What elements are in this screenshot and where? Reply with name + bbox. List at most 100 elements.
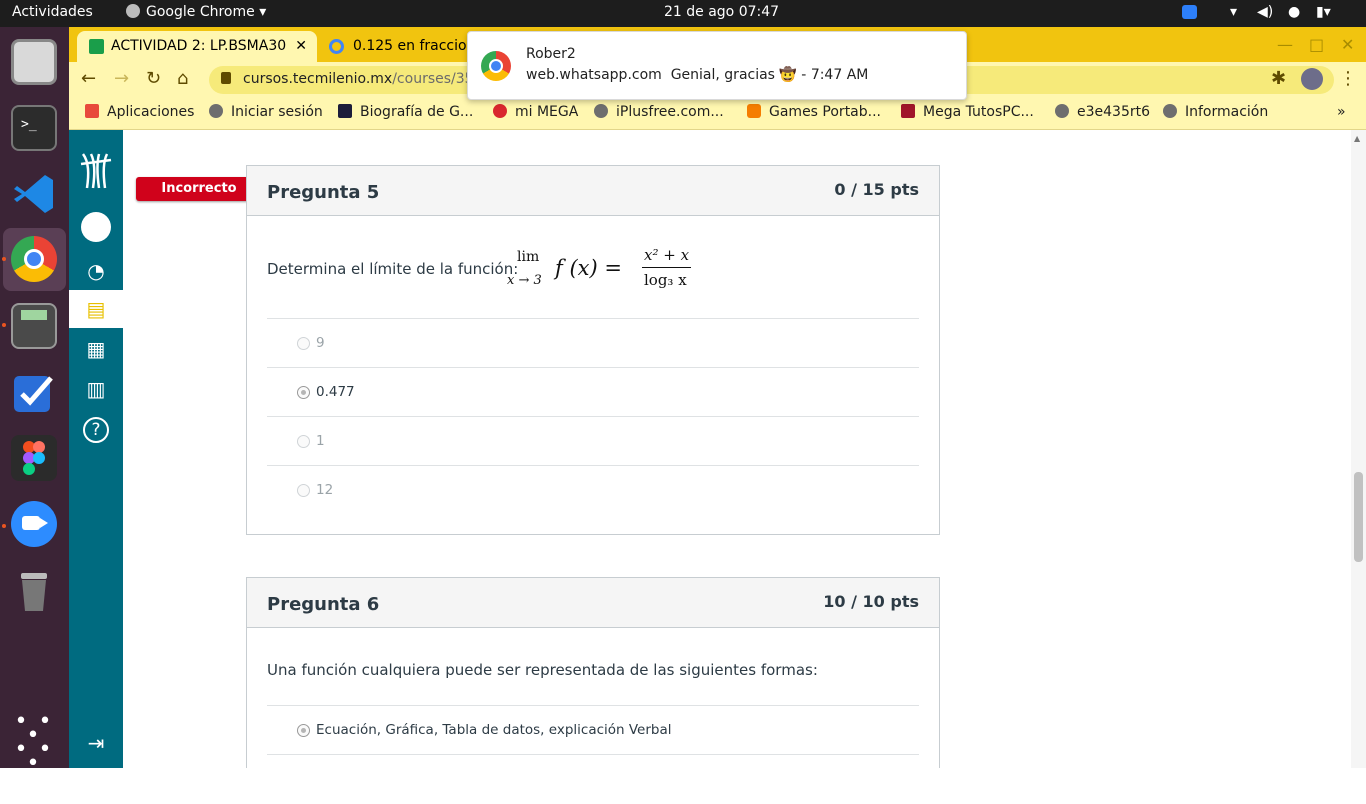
back-icon[interactable]: ←	[81, 68, 96, 89]
trash-icon[interactable]	[11, 567, 57, 613]
page-scrollbar[interactable]: ▲	[1351, 130, 1366, 768]
answer-label: 1	[316, 433, 325, 449]
formula-lim: lim	[517, 249, 540, 265]
maximize-icon[interactable]: □	[1309, 35, 1324, 54]
figma-icon[interactable]	[11, 435, 57, 481]
bookmark-iniciar-sesion[interactable]: Iniciar sesión	[209, 104, 323, 120]
bookmark-informacion[interactable]: Información	[1163, 104, 1268, 120]
activities-button[interactable]: Actividades	[12, 4, 93, 20]
bookmark-mega[interactable]: mi MEGA	[493, 104, 578, 120]
help-icon[interactable]: ?	[69, 411, 123, 449]
bookmarks-bar: Aplicaciones Iniciar sesión Biografía de…	[69, 97, 1366, 130]
home-icon[interactable]: ⌂	[177, 68, 188, 89]
answer-option[interactable]: 12	[267, 465, 919, 514]
tasks-icon[interactable]	[11, 370, 57, 416]
minimize-icon[interactable]: —	[1277, 35, 1293, 54]
more-bookmarks-icon[interactable]: »	[1337, 104, 1346, 120]
show-apps-icon[interactable]: • • • • • • • • •	[11, 711, 57, 803]
globe-icon	[594, 104, 608, 118]
chrome-icon	[481, 51, 511, 81]
vscode-icon[interactable]	[11, 171, 57, 217]
globe-icon	[209, 104, 223, 118]
calculator-icon[interactable]	[11, 303, 57, 349]
answer-option[interactable]: 1	[267, 416, 919, 465]
tab-actividad[interactable]: ACTIVIDAD 2: LP.BSMA30 ✕	[77, 31, 317, 62]
answer-option-selected[interactable]: Ecuación, Gráfica, Tabla de datos, expli…	[267, 705, 919, 754]
collapse-nav-icon[interactable]: ⇥	[69, 724, 123, 762]
globe-icon	[1163, 104, 1177, 118]
bookmark-megatutos[interactable]: Mega TutosPC...	[901, 104, 1034, 120]
answer-label: 9	[316, 335, 325, 351]
answer-divider	[267, 754, 919, 768]
question-header: Pregunta 5 0 / 15 pts	[247, 166, 939, 216]
system-top-bar: Actividades Google Chrome ▾ 21 de ago 07…	[0, 0, 1366, 27]
incorrect-badge: Incorrecto	[136, 177, 274, 201]
menu-icon[interactable]: ⋮	[1339, 68, 1357, 89]
running-indicator	[2, 524, 6, 528]
megatutos-icon	[901, 104, 915, 118]
notification-popup[interactable]: Rober2 web.whatsapp.com Genial, gracias …	[467, 31, 967, 100]
tecmilenio-logo-icon[interactable]	[69, 148, 123, 192]
bookmark-biografia[interactable]: Biografía de G...	[338, 104, 473, 120]
answer-option-selected[interactable]: 0.477	[267, 367, 919, 416]
question-title: Pregunta 6	[267, 594, 380, 615]
chrome-icon	[126, 4, 140, 18]
profile-avatar[interactable]	[1301, 68, 1323, 90]
tecmilenio-favicon-icon	[89, 39, 104, 54]
scrollbar-thumb[interactable]	[1354, 472, 1363, 562]
answer-radio[interactable]	[297, 724, 310, 737]
terminal-icon[interactable]: >_	[11, 105, 57, 151]
files-icon[interactable]	[11, 39, 57, 85]
notification-message: Genial, gracias 🤠 - 7:47 AM	[670, 67, 869, 83]
tab-fraccion[interactable]: 0.125 en fraccion	[319, 31, 467, 62]
bookmark-e3e435rt6[interactable]: e3e435rt6	[1055, 104, 1150, 120]
apps-grid-icon	[85, 104, 99, 118]
answer-radio[interactable]	[297, 484, 310, 497]
zoom-tray-icon[interactable]	[1182, 5, 1197, 19]
battery-icon[interactable]: ▮▾	[1316, 4, 1331, 20]
clock[interactable]: 21 de ago 07:47	[664, 4, 779, 20]
question-points: 0 / 15 pts	[834, 180, 919, 199]
app-menu[interactable]: Google Chrome ▾	[126, 4, 266, 20]
calendar-icon[interactable]: ▦	[69, 330, 123, 368]
question-6: Pregunta 6 10 / 10 pts Una función cualq…	[246, 577, 940, 768]
chrome-dock-icon[interactable]	[11, 236, 57, 282]
google-favicon-icon	[329, 39, 344, 54]
answer-option[interactable]: 9	[267, 318, 919, 367]
reload-icon[interactable]: ↻	[146, 68, 161, 89]
answer-radio[interactable]	[297, 386, 310, 399]
courses-icon[interactable]: ▤	[69, 290, 123, 328]
bookmark-aplicaciones[interactable]: Aplicaciones	[85, 104, 194, 120]
course-global-nav: ◔ ▤ ▦ ▥ ? ⇥	[69, 130, 123, 768]
question-prompt: Una función cualquiera puede ser represe…	[267, 661, 818, 679]
running-indicator	[2, 323, 6, 327]
zoom-icon[interactable]	[11, 501, 57, 547]
forward-icon[interactable]: →	[114, 68, 129, 89]
answer-radio[interactable]	[297, 337, 310, 350]
bookmark-games[interactable]: Games Portab...	[747, 104, 881, 120]
close-tab-icon[interactable]: ✕	[295, 38, 307, 54]
formula-numerator: x² + x	[644, 246, 690, 264]
volume-icon[interactable]: ◀)	[1257, 4, 1273, 20]
microphone-icon[interactable]: ●	[1288, 4, 1300, 20]
inbox-icon[interactable]: ▥	[69, 370, 123, 408]
chevron-down-icon: ▾	[259, 4, 267, 20]
notification-title: Rober2	[526, 46, 576, 62]
scroll-up-icon[interactable]: ▲	[1354, 134, 1360, 143]
fraction-bar	[642, 267, 691, 268]
notification-source: web.whatsapp.com	[526, 67, 662, 83]
answer-label: 0.477	[316, 384, 355, 400]
wifi-icon[interactable]: ▾	[1230, 4, 1237, 20]
profile-avatar[interactable]	[69, 208, 123, 246]
answer-label: Ecuación, Gráfica, Tabla de datos, expli…	[316, 722, 672, 738]
extensions-icon[interactable]: ✱	[1271, 68, 1286, 89]
question-5: Pregunta 5 0 / 15 pts Determina el límit…	[246, 165, 940, 535]
globe-icon	[1055, 104, 1069, 118]
dashboard-icon[interactable]: ◔	[69, 252, 123, 290]
quiz-content: Incorrecto Pregunta 5 0 / 15 pts Determi…	[123, 130, 1351, 768]
bookmark-iplusfree[interactable]: iPlusfree.com...	[594, 104, 724, 120]
close-window-icon[interactable]: ✕	[1341, 35, 1354, 54]
limit-formula: lim x → 3 f (x) = x² + x log₃ x	[507, 246, 697, 296]
bb-icon	[338, 104, 352, 118]
answer-radio[interactable]	[297, 435, 310, 448]
